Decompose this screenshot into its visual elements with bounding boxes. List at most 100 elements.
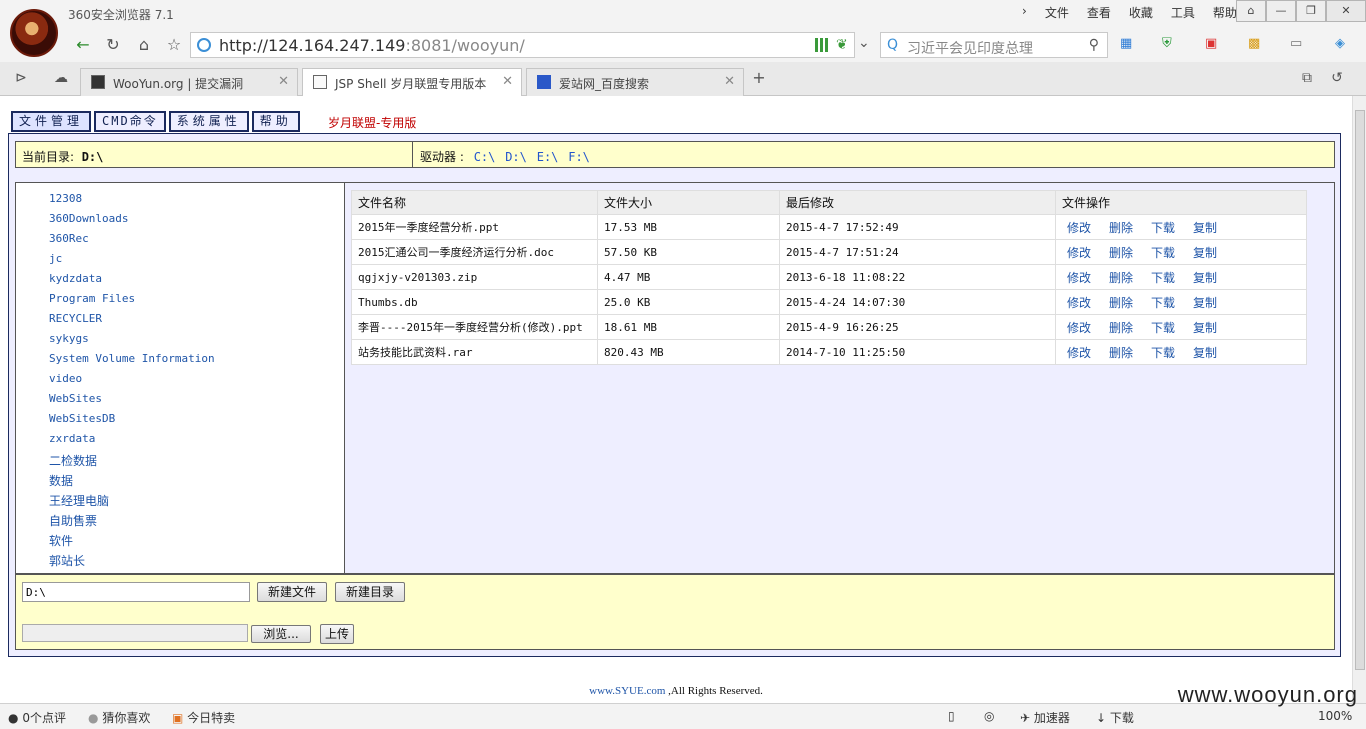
dir-item[interactable]: Program Files xyxy=(49,292,135,305)
qrcode-icon[interactable] xyxy=(815,38,829,52)
dir-item[interactable]: 数据 xyxy=(49,472,73,489)
comments-item[interactable]: ● 0个点评 xyxy=(8,709,66,726)
dir-item[interactable]: kydzdata xyxy=(49,272,102,285)
scrollbar-thumb[interactable] xyxy=(1355,110,1365,670)
guess-item[interactable]: ● 猜你喜欢 xyxy=(88,709,150,726)
dir-item[interactable]: WebSites xyxy=(49,392,102,405)
footer-site-link[interactable]: www.SYUE.com xyxy=(589,685,665,697)
nav-file-manager[interactable]: 文件管理 xyxy=(11,111,92,132)
tab-list-icon[interactable]: ⧉ xyxy=(1296,67,1318,89)
tab-close-icon[interactable]: ✕ xyxy=(502,74,513,89)
dir-item[interactable]: 12308 xyxy=(49,192,82,205)
dir-item[interactable]: sykygs xyxy=(49,332,89,345)
delete-link[interactable]: 删除 xyxy=(1109,246,1133,260)
new-tab-button[interactable]: + xyxy=(748,67,770,89)
dir-item[interactable]: System Volume Information xyxy=(49,352,215,365)
extension-icon[interactable]: ▩ xyxy=(1248,36,1260,51)
dir-item[interactable]: video xyxy=(49,372,82,385)
edit-link[interactable]: 修改 xyxy=(1067,321,1091,335)
dir-item[interactable]: 王经理电脑 xyxy=(49,492,109,509)
screenshot-icon[interactable]: ▭ xyxy=(1290,36,1302,51)
delete-link[interactable]: 删除 xyxy=(1109,321,1133,335)
download-link[interactable]: 下载 xyxy=(1151,221,1175,235)
edit-link[interactable]: 修改 xyxy=(1067,346,1091,360)
address-url[interactable]: http://124.164.247.149:8081/wooyun/ xyxy=(219,36,525,55)
delete-link[interactable]: 删除 xyxy=(1109,271,1133,285)
maximize-button[interactable]: ❐ xyxy=(1296,0,1326,22)
dir-item[interactable]: 自助售票 xyxy=(49,512,97,529)
menu-tools[interactable]: 工具 xyxy=(1169,4,1197,21)
shield-icon[interactable]: ⛨ xyxy=(1162,36,1172,51)
undo-close-icon[interactable]: ↺ xyxy=(1326,67,1348,89)
menu-favorites[interactable]: 收藏 xyxy=(1127,4,1155,21)
search-box[interactable]: Q 习近平会见印度总理 ⚲ xyxy=(880,32,1108,58)
copy-link[interactable]: 复制 xyxy=(1193,296,1217,310)
zoom-level[interactable]: 100% xyxy=(1318,709,1352,723)
delete-link[interactable]: 删除 xyxy=(1109,296,1133,310)
menu-file[interactable]: 文件 xyxy=(1043,4,1071,21)
tab-wooyun[interactable]: WooYun.org | 提交漏洞 ✕ xyxy=(80,68,298,96)
new-dir-button[interactable]: 新建目录 xyxy=(335,582,405,602)
apps-icon[interactable]: ▦ xyxy=(1120,36,1132,51)
copy-link[interactable]: 复制 xyxy=(1193,221,1217,235)
upload-file-field[interactable] xyxy=(22,624,248,642)
tab-close-icon[interactable]: ✕ xyxy=(724,74,735,89)
phone-icon[interactable]: ▯ xyxy=(948,709,955,723)
copy-link[interactable]: 复制 xyxy=(1193,246,1217,260)
download-link[interactable]: 下载 xyxy=(1151,321,1175,335)
dir-item[interactable]: 360Rec xyxy=(49,232,89,245)
dir-item[interactable]: zxrdata xyxy=(49,432,95,445)
drive-e[interactable]: E:\ xyxy=(537,150,559,164)
menu-arrow-icon[interactable]: › xyxy=(1020,4,1029,21)
refresh-icon[interactable]: ↻ xyxy=(102,34,124,56)
browse-button[interactable]: 浏览... xyxy=(251,625,311,643)
accelerator-item[interactable]: ✈ 加速器 xyxy=(1020,709,1070,726)
speed-icon[interactable]: ◎ xyxy=(984,709,994,723)
download-link[interactable]: 下载 xyxy=(1151,246,1175,260)
sidebar-toggle-icon[interactable]: ⊳ xyxy=(10,67,32,89)
search-engine-icon[interactable]: Q xyxy=(887,37,898,53)
download-link[interactable]: 下载 xyxy=(1151,346,1175,360)
edit-link[interactable]: 修改 xyxy=(1067,246,1091,260)
menu-view[interactable]: 查看 xyxy=(1085,4,1113,21)
vertical-scrollbar[interactable] xyxy=(1352,96,1366,703)
edit-link[interactable]: 修改 xyxy=(1067,271,1091,285)
edit-link[interactable]: 修改 xyxy=(1067,221,1091,235)
dir-item[interactable]: 二检数据 xyxy=(49,452,97,469)
copy-link[interactable]: 复制 xyxy=(1193,346,1217,360)
path-input[interactable] xyxy=(22,582,250,602)
new-file-button[interactable]: 新建文件 xyxy=(257,582,327,602)
copy-link[interactable]: 复制 xyxy=(1193,321,1217,335)
dir-item[interactable]: jc xyxy=(49,252,62,265)
copy-link[interactable]: 复制 xyxy=(1193,271,1217,285)
menu-help[interactable]: 帮助 xyxy=(1211,4,1239,21)
back-icon[interactable]: ← xyxy=(72,34,94,56)
dir-item[interactable]: 软件 xyxy=(49,532,73,549)
deal-item[interactable]: ▣ 今日特卖 xyxy=(172,709,235,726)
drive-f[interactable]: F:\ xyxy=(568,150,590,164)
dir-item[interactable]: 郭站长 xyxy=(49,552,85,569)
minimize-button[interactable]: — xyxy=(1266,0,1296,22)
nav-cmd[interactable]: CMD命令 xyxy=(94,111,166,132)
nav-system-info[interactable]: 系统属性 xyxy=(168,111,249,132)
download-link[interactable]: 下载 xyxy=(1151,271,1175,285)
download-item[interactable]: ↓ 下载 xyxy=(1096,709,1134,726)
pdf-icon[interactable]: ▣ xyxy=(1205,36,1217,51)
download-link[interactable]: 下载 xyxy=(1151,296,1175,310)
dir-item[interactable]: 360Downloads xyxy=(49,212,128,225)
delete-link[interactable]: 删除 xyxy=(1109,221,1133,235)
drive-d[interactable]: D:\ xyxy=(505,150,527,164)
star-icon[interactable]: ☆ xyxy=(163,34,185,56)
drive-c[interactable]: C:\ xyxy=(474,150,496,164)
leaf-icon[interactable]: ❦ xyxy=(836,37,848,53)
delete-link[interactable]: 删除 xyxy=(1109,346,1133,360)
browser-avatar[interactable] xyxy=(10,9,58,57)
close-button[interactable]: ✕ xyxy=(1326,0,1366,22)
tab-jsp-shell[interactable]: JSP Shell 岁月联盟专用版本 ✕ xyxy=(302,68,522,97)
skin-button[interactable]: ⌂ xyxy=(1236,0,1266,22)
home-icon[interactable]: ⌂ xyxy=(133,34,155,56)
translate-icon[interactable]: ◈ xyxy=(1335,36,1345,51)
tab-close-icon[interactable]: ✕ xyxy=(278,74,289,89)
upload-button[interactable]: 上传 xyxy=(320,624,354,644)
nav-help[interactable]: 帮助 xyxy=(251,111,300,132)
